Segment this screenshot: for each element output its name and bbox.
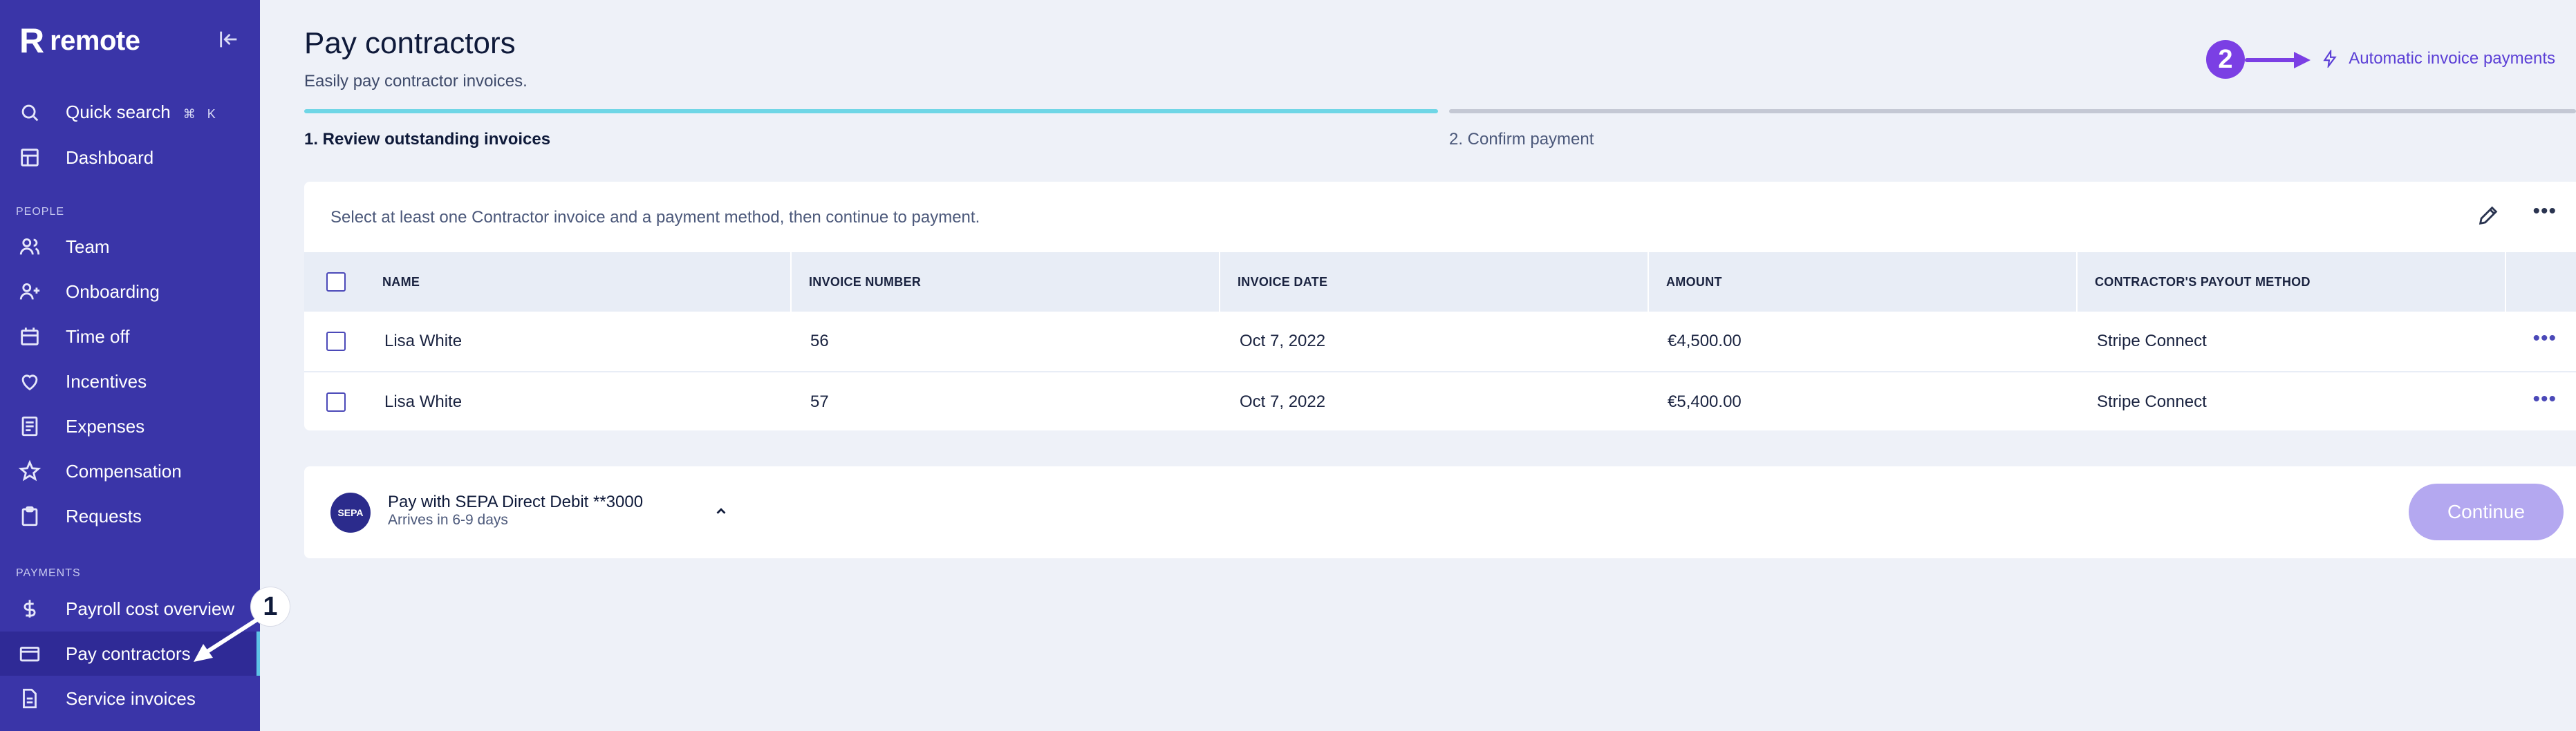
column-header-payout-method[interactable]: CONTRACTOR'S PAYOUT METHOD <box>2095 252 2311 312</box>
user-plus-icon <box>19 283 40 300</box>
invoice-date: Oct 7, 2022 <box>1240 332 1326 350</box>
lightning-icon <box>2323 50 2337 68</box>
annotation-arrow-2 <box>2245 52 2311 68</box>
people-section-label: PEOPLE <box>16 206 65 218</box>
column-header-amount[interactable]: AMOUNT <box>1666 252 1722 312</box>
sidebar-item-compensation[interactable]: Compensation <box>0 449 260 493</box>
invoice-amount: €5,400.00 <box>1668 392 1742 411</box>
step-2-label[interactable]: 2. Confirm payment <box>1449 130 1594 149</box>
table-row[interactable]: Lisa White 56 Oct 7, 2022 €4,500.00 Stri… <box>304 312 2576 372</box>
clipboard-icon <box>21 506 38 526</box>
k-key: K <box>207 107 216 121</box>
invoice-number: 56 <box>810 332 829 350</box>
payment-method-subtitle: Arrives in 6-9 days <box>388 512 508 528</box>
logo-mark: R <box>19 21 45 60</box>
heart-icon <box>21 374 38 391</box>
dashboard-icon <box>21 149 39 167</box>
sidebar-item-label: Dashboard <box>66 146 154 168</box>
payout-method: Stripe Connect <box>2097 332 2207 350</box>
cmd-key: ⌘ <box>183 107 196 121</box>
sepa-logo: SEPA <box>330 493 371 533</box>
sidebar-item-label: Requests <box>66 505 142 526</box>
sidebar-item-onboarding[interactable]: Onboarding <box>0 269 260 314</box>
star-icon <box>18 459 41 482</box>
sidebar-item-service-invoices[interactable]: Service invoices <box>0 676 260 721</box>
sidebar-item-label: Team <box>66 236 110 257</box>
sidebar-item-time-off[interactable]: Time off <box>0 314 260 359</box>
annotation-arrow-1 <box>194 618 258 662</box>
collapse-sidebar-icon[interactable] <box>217 28 241 51</box>
sidebar-item-requests[interactable]: Requests <box>0 494 260 538</box>
payments-section-label: PAYMENTS <box>16 567 81 579</box>
quick-search-label: Quick search <box>66 102 171 122</box>
page-subtitle: Easily pay contractor invoices. <box>304 72 528 91</box>
page-title: Pay contractors <box>304 26 516 60</box>
column-header-invoice-date[interactable]: INVOICE DATE <box>1238 252 1327 312</box>
sidebar-item-label: Incentives <box>66 370 147 392</box>
column-divider <box>2505 252 2506 312</box>
users-icon <box>19 238 40 255</box>
payout-method: Stripe Connect <box>2097 392 2207 411</box>
main-content: Pay contractors Easily pay contractor in… <box>260 0 2576 731</box>
table-row[interactable]: Lisa White 57 Oct 7, 2022 €5,400.00 Stri… <box>304 372 2576 432</box>
calendar-icon <box>21 327 39 345</box>
credit-card-icon <box>19 647 40 662</box>
sidebar-item-label: Onboarding <box>66 281 160 302</box>
select-all-checkbox[interactable] <box>326 272 346 292</box>
sidebar-item-incentives[interactable]: Incentives <box>0 359 260 404</box>
payment-method-title[interactable]: Pay with SEPA Direct Debit **3000 <box>388 493 643 512</box>
contractor-name: Lisa White <box>384 332 463 350</box>
sidebar-item-team[interactable]: Team <box>0 225 260 269</box>
payment-method-panel: SEPA Pay with SEPA Direct Debit **3000 A… <box>304 466 2576 558</box>
remote-logo[interactable]: R remote <box>19 23 140 58</box>
column-header-invoice-number[interactable]: INVOICE NUMBER <box>809 252 921 312</box>
column-divider <box>1219 252 1220 312</box>
document-icon <box>23 688 37 709</box>
table-header: NAME INVOICE NUMBER INVOICE DATE AMOUNT … <box>304 252 2576 312</box>
instructions-text: Select at least one Contractor invoice a… <box>330 208 980 227</box>
search-icon <box>21 104 39 122</box>
invoices-panel: Select at least one Contractor invoice a… <box>304 182 2576 430</box>
receipt-icon <box>21 416 38 437</box>
row-checkbox[interactable] <box>326 332 346 351</box>
chevron-up-icon[interactable] <box>713 504 729 519</box>
annotation-badge-2: 2 <box>2206 40 2245 79</box>
step-1-label[interactable]: 1. Review outstanding invoices <box>304 130 550 149</box>
edit-icon[interactable] <box>2476 204 2500 227</box>
continue-button[interactable]: Continue <box>2409 484 2564 540</box>
sidebar-item-label: Time off <box>66 325 130 347</box>
sidebar-item-label: Pay contractors <box>66 643 191 664</box>
automatic-invoice-payments-label: Automatic invoice payments <box>2349 49 2555 68</box>
column-divider <box>2076 252 2078 312</box>
quick-search[interactable]: Quick search ⌘ K <box>0 91 260 135</box>
automatic-invoice-payments-link[interactable]: Automatic invoice payments <box>2321 49 2555 68</box>
sidebar-item-label: Compensation <box>66 460 182 482</box>
sidebar-item-dashboard[interactable]: Dashboard <box>0 135 260 180</box>
sidebar-item-label: Service invoices <box>66 687 196 709</box>
column-header-name[interactable]: NAME <box>382 252 420 312</box>
row-checkbox[interactable] <box>326 392 346 412</box>
invoice-amount: €4,500.00 <box>1668 332 1742 350</box>
more-options-icon[interactable]: ••• <box>2532 200 2557 223</box>
row-actions-icon[interactable]: ••• <box>2532 388 2557 411</box>
row-actions-icon[interactable]: ••• <box>2532 327 2557 350</box>
invoice-date: Oct 7, 2022 <box>1240 392 1326 411</box>
step-2-progress <box>1449 109 2576 113</box>
column-divider <box>1648 252 1649 312</box>
column-divider <box>790 252 792 312</box>
step-1-progress <box>304 109 1438 113</box>
sidebar-item-expenses[interactable]: Expenses <box>0 404 260 448</box>
logo-text: remote <box>50 25 140 56</box>
dollar-icon <box>24 600 36 618</box>
sidebar-item-label: Expenses <box>66 415 145 437</box>
contractor-name: Lisa White <box>384 392 463 411</box>
invoice-number: 57 <box>810 392 829 411</box>
